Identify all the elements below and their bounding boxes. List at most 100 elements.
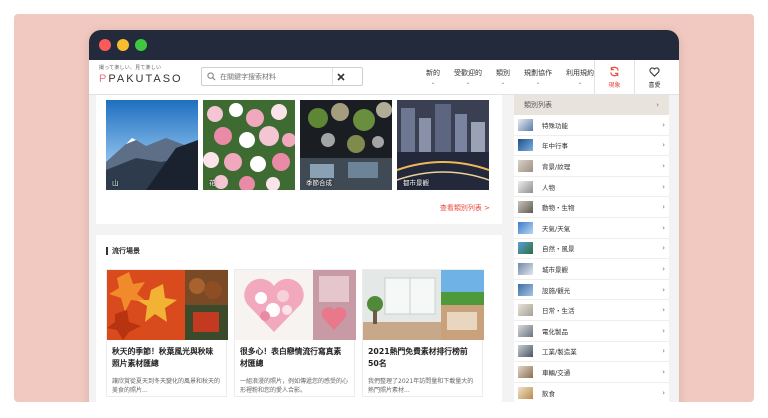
tile-label: 都市景觀 — [403, 179, 429, 187]
chevron-right-icon: › — [662, 161, 665, 170]
nav-new[interactable]: 新的 ⌄ — [419, 60, 447, 95]
site-logo[interactable]: 撮って楽しい、見て楽しい PPAKUTASO — [99, 64, 187, 85]
sidebar-item-events[interactable]: 年中行事 › — [514, 136, 669, 157]
sidebar-item-label: 人物 — [542, 183, 555, 192]
category-thumbnail — [518, 242, 533, 255]
sidebar-item-sightseeing[interactable]: 設施/觀光 › — [514, 280, 669, 301]
category-thumbnail — [518, 221, 533, 234]
category-tiles-card: 山 花 季節合成 都市景觀 查看類別列表 > — [96, 95, 502, 224]
category-thumbnail — [518, 386, 533, 399]
chevron-right-icon: › — [662, 244, 665, 253]
sidebar-item-label: 設施/觀光 — [542, 286, 571, 295]
sidebar-item-weather[interactable]: 天氣/天氣 › — [514, 218, 669, 239]
clear-search-button[interactable] — [332, 68, 348, 85]
article-card[interactable]: 2021熱門免費素材排行榜前50名 我們整理了2021年訪問量和下載量大的熱門照… — [362, 269, 484, 397]
trend-label: 現象 — [608, 82, 621, 89]
article-description: 一組浪漫的照片，例如傳遞您的感受的心形裡粉和您的愛人合影。 — [240, 378, 349, 394]
article-card[interactable]: 很多心！表白戀情流行寫真素材匯總 一組浪漫的照片，例如傳遞您的感受的心形裡粉和您… — [234, 269, 356, 397]
logo-wordmark: PPAKUTASO — [99, 73, 183, 85]
sidebar-item-label: 城市景觀 — [542, 265, 568, 274]
category-thumbnail — [518, 345, 533, 358]
maximize-window-button[interactable] — [135, 39, 147, 51]
sidebar-item-special[interactable]: 特殊功能 › — [514, 115, 669, 136]
minimize-window-button[interactable] — [117, 39, 129, 51]
sidebar-header[interactable]: 類別列表 › — [514, 95, 669, 115]
sidebar-item-label: 年中行事 — [542, 142, 568, 151]
nav-label: 規劃協作 — [524, 69, 552, 77]
sidebar-item-industry[interactable]: 工業/製造業 › — [514, 342, 669, 363]
category-thumbnail — [518, 159, 533, 172]
tile-cityscape[interactable]: 都市景觀 — [397, 100, 489, 190]
tile-label: 季節合成 — [306, 179, 332, 187]
sidebar-item-label: 天氣/天氣 — [542, 224, 571, 233]
chevron-right-icon: › — [662, 326, 665, 335]
sidebar-item-animals[interactable]: 動物・生物 › — [514, 197, 669, 218]
article-title: 秋天的季節！秋葉風光與秋味照片素材匯總 — [112, 347, 214, 368]
chevron-right-icon: › — [662, 182, 665, 191]
mountain-image — [106, 100, 198, 190]
nav-label: 類別 — [496, 69, 510, 77]
category-thumbnail — [518, 201, 533, 214]
tile-mountain[interactable]: 山 — [106, 100, 198, 190]
favorite-button[interactable]: 喜愛 — [634, 60, 674, 95]
flower-image — [203, 100, 295, 190]
main-nav: 新的 ⌄ 受歡迎的 ⌄ 類別 ⌄ 規劃協作 ⌄ 利用規約 ⌄ — [419, 60, 601, 95]
search-input[interactable] — [220, 72, 332, 81]
sidebar-item-electronics[interactable]: 電化製品 › — [514, 321, 669, 342]
chevron-down-icon: ⌄ — [430, 79, 436, 86]
nav-planning[interactable]: 規劃協作 ⌄ — [517, 60, 559, 95]
chevron-right-icon: › — [662, 347, 665, 356]
category-thumbnail — [518, 324, 533, 337]
search-box — [201, 67, 363, 86]
tile-label: 花 — [209, 179, 216, 187]
nav-popular[interactable]: 受歡迎的 ⌄ — [447, 60, 489, 95]
sidebar-item-label: 工業/製造業 — [542, 348, 577, 357]
chevron-right-icon: › — [656, 101, 659, 109]
category-thumbnail — [518, 262, 533, 275]
chevron-right-icon: › — [662, 306, 665, 315]
chevron-down-icon: ⌄ — [535, 79, 541, 86]
chevron-down-icon: ⌄ — [500, 79, 506, 86]
sidebar-header-label: 類別列表 — [524, 101, 552, 109]
logo-text: PAKUTASO — [108, 73, 183, 85]
category-thumbnail — [518, 365, 533, 378]
category-tiles: 山 花 季節合成 都市景觀 — [106, 100, 489, 190]
sidebar-item-city[interactable]: 城市景觀 › — [514, 259, 669, 280]
page-content: 山 花 季節合成 都市景觀 查看類別列表 > 流行場景 秋天的季節！秋葉風光與秋… — [89, 95, 679, 402]
article-description: 讓欣賞從夏天到冬天變化的風景和秋天的美食的照片... — [112, 378, 221, 394]
sidebar-item-vehicles[interactable]: 車輛/交通 › — [514, 362, 669, 383]
sidebar-item-texture[interactable]: 背景/紋理 › — [514, 156, 669, 177]
tile-seasonal[interactable]: 季節合成 — [300, 100, 392, 190]
sidebar-item-people[interactable]: 人物 › — [514, 177, 669, 198]
section-title: 流行場景 — [106, 247, 140, 255]
category-thumbnail — [518, 283, 533, 296]
popular-scenes-card: 流行場景 秋天的季節！秋葉風光與秋味照片素材匯總 讓欣賞從夏天到冬天變化的風景和… — [96, 235, 502, 402]
sidebar-item-label: 車輛/交通 — [542, 368, 571, 377]
trend-button[interactable]: 現象 — [594, 60, 634, 95]
category-thumbnail — [518, 139, 533, 152]
sidebar-item-food[interactable]: 飲食 › — [514, 383, 669, 402]
search-icon — [202, 72, 220, 81]
article-image — [107, 270, 228, 340]
heart-flowers-image — [235, 270, 356, 340]
chevron-right-icon: › — [662, 388, 665, 397]
browser-window: 撮って楽しい、見て楽しい PPAKUTASO 新的 ⌄ 受歡迎的 ⌄ 類別 ⌄ 規劃協… — [89, 30, 679, 402]
sidebar-item-label: 特殊功能 — [542, 121, 568, 130]
window-titlebar — [89, 30, 679, 60]
sidebar-item-label: 自然・風景 — [542, 245, 575, 254]
sidebar-item-daily-life[interactable]: 日常・生活 › — [514, 300, 669, 321]
nav-category[interactable]: 類別 ⌄ — [489, 60, 517, 95]
article-image — [363, 270, 484, 340]
close-window-button[interactable] — [99, 39, 111, 51]
sidebar-item-label: 日常・生活 — [542, 307, 575, 316]
view-category-list-link[interactable]: 查看類別列表 > — [440, 203, 490, 213]
autumn-leaves-image — [107, 270, 228, 340]
article-card[interactable]: 秋天的季節！秋葉風光與秋味照片素材匯總 讓欣賞從夏天到冬天變化的風景和秋天的美食… — [106, 269, 228, 397]
sidebar-item-label: 電化製品 — [542, 327, 568, 336]
sidebar-item-nature[interactable]: 自然・風景 › — [514, 239, 669, 260]
article-image — [235, 270, 356, 340]
category-sidebar: 類別列表 › 特殊功能 › 年中行事 › 背景/紋理 › 人物 › 動物・生物 › 天氣/… — [514, 95, 669, 402]
tile-flower[interactable]: 花 — [203, 100, 295, 190]
category-thumbnail — [518, 118, 533, 131]
sidebar-item-label: 飲食 — [542, 389, 555, 398]
